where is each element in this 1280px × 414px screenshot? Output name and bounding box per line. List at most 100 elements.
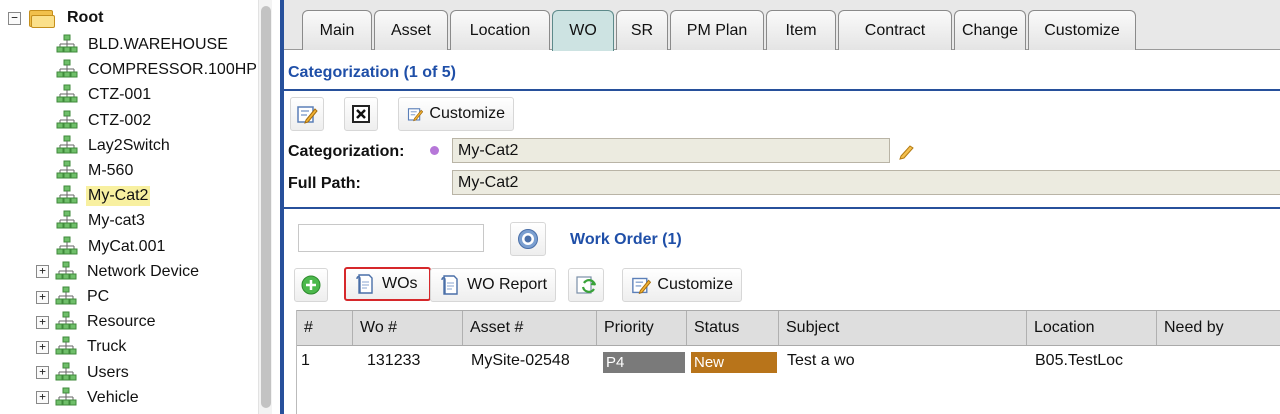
tree-item[interactable]: + Vehicle: [36, 386, 141, 410]
tree-item-label: My-cat3: [88, 212, 145, 230]
tree-item[interactable]: + Truck: [36, 335, 128, 359]
wos-label: WOs: [382, 275, 418, 292]
tree-item-label: COMPRESSOR.100HP: [88, 61, 257, 79]
tab-sr[interactable]: SR: [616, 10, 668, 50]
refresh-button[interactable]: [568, 268, 604, 302]
customize-icon: [632, 277, 652, 295]
tree-item[interactable]: MyCat.001: [56, 235, 167, 259]
delete-button[interactable]: [344, 97, 378, 131]
hierarchy-icon: [55, 311, 77, 333]
expand-icon[interactable]: +: [36, 290, 49, 304]
table-row[interactable]: 1 131233 MySite-02548 Test a wo B05.TestLoc P…: [297, 310, 1280, 380]
subject-cell: Test a wo: [787, 352, 855, 369]
tree-item-label: PC: [87, 288, 110, 305]
status-badge: New: [691, 352, 777, 373]
tab-location[interactable]: Location: [450, 10, 550, 50]
hierarchy-icon: [56, 110, 78, 132]
hierarchy-icon: [56, 185, 78, 207]
tab-customize[interactable]: Customize: [1028, 10, 1136, 50]
categorization-field[interactable]: My-Cat2: [452, 138, 890, 163]
tab-pm-plan[interactable]: PM Plan: [670, 10, 764, 50]
hierarchy-icon: [56, 236, 78, 258]
tree-item-label: CTZ-001: [88, 86, 152, 104]
tree-item[interactable]: COMPRESSOR.100HP: [56, 58, 258, 82]
tree-item[interactable]: My-cat3: [56, 209, 147, 233]
pencil-icon[interactable]: [898, 142, 916, 160]
full-path-label: Full Path:: [288, 175, 361, 192]
add-icon: [301, 275, 321, 295]
customize-label: Customize: [657, 276, 733, 293]
location-cell: B05.TestLoc: [1035, 352, 1124, 369]
tab-contract[interactable]: Contract: [838, 10, 952, 50]
tree-item-label: My-Cat2: [86, 186, 151, 207]
tree-item-label: Vehicle: [87, 388, 139, 406]
tree-scrollbar[interactable]: [258, 0, 272, 414]
tab-wo[interactable]: WO: [552, 10, 614, 51]
tree-item[interactable]: + Users: [36, 361, 131, 385]
tab-bar: Main Asset Location WO SR PM Plan Item Contract…: [284, 0, 1280, 51]
full-path-field: My-Cat2: [452, 170, 1280, 195]
section-divider: [284, 89, 1280, 91]
tree-item[interactable]: M-560: [56, 159, 135, 183]
tree-item[interactable]: + PC: [36, 285, 111, 309]
tree-item-label: Users: [87, 363, 129, 381]
edit-icon: [297, 106, 318, 124]
search-input[interactable]: [298, 224, 484, 252]
edit-button[interactable]: [290, 97, 324, 131]
app-window: − Root BLD.WAREHOUSE COMPRESSOR.100HP CTZ-…: [0, 0, 1280, 414]
tree-item-label: BLD.WAREHOUSE: [88, 36, 228, 53]
tree-scrollbar-thumb[interactable]: [261, 6, 271, 408]
tree-item[interactable]: + Network Device: [36, 260, 201, 284]
tab-main[interactable]: Main: [302, 10, 372, 50]
customize-button[interactable]: Customize: [622, 268, 742, 302]
customize-button[interactable]: Customize: [398, 97, 514, 131]
help-button[interactable]: [510, 222, 546, 256]
work-order-table: # Wo # Asset # Priority Status Subject Locatio…: [296, 310, 1280, 414]
tree-item-label: Network Device: [87, 262, 200, 280]
tree-item-label: Lay2Switch: [88, 136, 170, 154]
tree-root-row[interactable]: − Root: [8, 6, 105, 30]
tree-item-label: M-560: [88, 162, 134, 179]
tree-item-label: Truck: [87, 338, 127, 356]
hierarchy-icon: [55, 336, 77, 358]
detail-pane: Main Asset Location WO SR PM Plan Item Contract…: [280, 0, 1280, 414]
section-divider: [284, 207, 1280, 209]
tree-item[interactable]: Lay2Switch: [56, 134, 172, 158]
tree-item[interactable]: CTZ-002: [56, 109, 153, 133]
wos-button[interactable]: WOs: [344, 267, 431, 301]
tree-item[interactable]: BLD.WAREHOUSE: [56, 33, 230, 57]
collapse-icon[interactable]: −: [8, 11, 21, 25]
expand-icon[interactable]: +: [36, 315, 49, 329]
customize-label: Customize: [429, 105, 505, 122]
tree-item[interactable]: My-Cat2: [56, 184, 151, 208]
hierarchy-icon: [56, 84, 78, 106]
required-dot-icon: [430, 146, 439, 155]
wo-report-button[interactable]: WO Report: [430, 268, 556, 302]
document-icon: [356, 274, 373, 294]
expand-icon[interactable]: +: [36, 265, 49, 279]
tab-change[interactable]: Change: [954, 10, 1026, 50]
expand-icon[interactable]: +: [36, 366, 49, 380]
tree-item[interactable]: CTZ-001: [56, 83, 153, 107]
tree-item-label: MyCat.001: [88, 237, 166, 255]
expand-icon[interactable]: +: [36, 391, 49, 405]
wo-report-label: WO Report: [467, 276, 548, 293]
customize-icon: [407, 108, 424, 122]
delete-icon: [352, 105, 370, 123]
work-order-title: Work Order (1): [570, 231, 682, 248]
hierarchy-icon: [55, 362, 77, 384]
tab-item[interactable]: Item: [766, 10, 836, 50]
hierarchy-icon: [56, 210, 78, 232]
tree-item-label: CTZ-002: [88, 111, 152, 129]
hierarchy-icon: [56, 34, 78, 56]
add-button[interactable]: [294, 268, 328, 302]
expand-icon[interactable]: +: [36, 340, 49, 354]
tab-asset[interactable]: Asset: [374, 10, 448, 50]
category-tree: − Root BLD.WAREHOUSE COMPRESSOR.100HP CTZ-…: [0, 0, 258, 414]
tree-root-label: Root: [67, 9, 104, 26]
hierarchy-icon: [56, 135, 78, 157]
categorization-title: Categorization (1 of 5): [288, 64, 457, 81]
asset-cell: MySite-02548: [471, 352, 570, 369]
tree-item[interactable]: + Resource: [36, 310, 157, 334]
priority-badge: P4: [603, 352, 685, 373]
